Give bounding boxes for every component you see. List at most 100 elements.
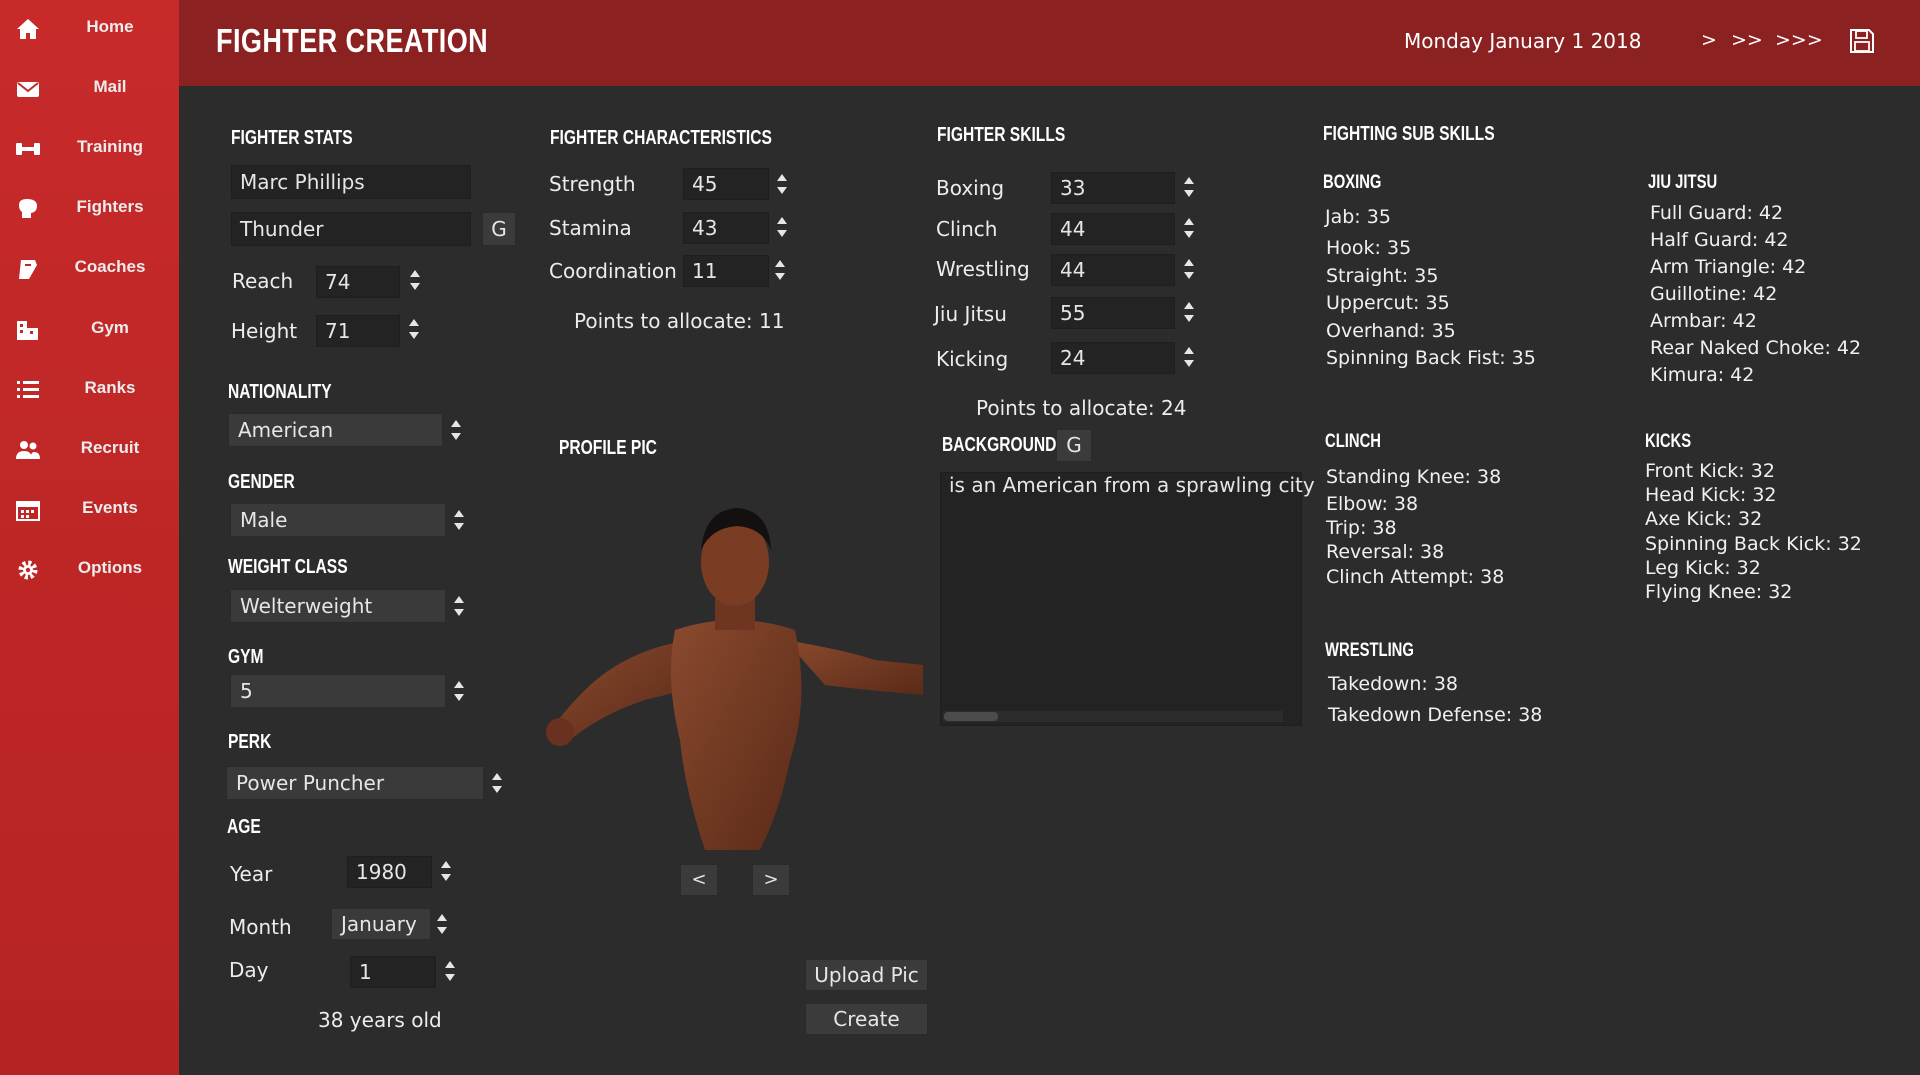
sub-skills-heading: FIGHTING SUB SKILLS [1323,123,1495,145]
upload-pic-button[interactable]: Upload Pic [805,959,928,991]
clinch-stepper[interactable] [1181,214,1197,244]
boxing-stepper[interactable] [1181,173,1197,203]
background-heading: BACKGROUND [942,434,1057,456]
gender-select[interactable]: Male [230,503,464,537]
strength-label: Strength [549,172,636,196]
jiu-jitsu-stepper[interactable] [1181,298,1197,328]
nav-fighters[interactable]: Fighters [0,184,179,234]
mail-icon [17,82,39,97]
generate-name-button[interactable]: G [482,212,516,246]
subskill-item: Kimura: 42 [1650,364,1755,386]
kicking-stepper[interactable] [1181,343,1197,373]
nav-coaches[interactable]: Coaches [0,244,179,294]
clinch-subskills-heading: CLINCH [1325,431,1381,452]
advance-week-button[interactable]: >> [1731,29,1763,51]
reach-field[interactable]: 74 [316,266,400,298]
jiu-jitsu-field[interactable]: 55 [1051,297,1175,329]
birth-year-field[interactable]: 1980 [347,856,432,888]
birth-year-stepper[interactable] [438,857,454,887]
strength-stepper[interactable] [774,170,790,200]
clipboard-icon [19,260,37,279]
gender-value: Male [240,508,288,532]
next-pic-button[interactable]: > [752,864,790,896]
characteristics-heading: FIGHTER CHARACTERISTICS [550,127,772,149]
nav-home[interactable]: Home [0,4,179,54]
nav-gym[interactable]: Gym [0,305,179,355]
nav-training[interactable]: Training [0,124,179,174]
scrollbar-thumb[interactable] [944,712,998,721]
wrestling-field[interactable]: 44 [1051,254,1175,286]
gym-heading: GYM [228,646,264,668]
stamina-field[interactable]: 43 [683,212,769,244]
birth-day-field[interactable]: 1 [350,956,436,988]
nav-recruit[interactable]: Recruit [0,425,179,475]
subskill-item: Reversal: 38 [1326,541,1445,563]
height-field[interactable]: 71 [316,315,400,347]
subskill-item: Trip: 38 [1326,517,1397,539]
horizontal-scrollbar[interactable] [943,711,1283,722]
reach-label: Reach [232,269,294,293]
coordination-field[interactable]: 11 [683,255,769,287]
age-summary: 38 years old [318,1008,442,1032]
gender-heading: GENDER [228,471,295,493]
skills-heading: FIGHTER SKILLS [937,124,1066,146]
height-stepper[interactable] [406,315,422,345]
fighter-name-field[interactable]: Marc Phillips [231,165,471,199]
dropdown-arrows-icon [451,506,467,536]
subskill-item: Head Kick: 32 [1645,484,1777,506]
kicking-field[interactable]: 24 [1051,342,1175,374]
nav-label: Options [77,558,143,577]
dropdown-arrows-icon [489,769,505,799]
fighter-nickname-field[interactable]: Thunder [231,212,471,246]
advance-month-button[interactable]: >>> [1775,29,1823,51]
weight-class-select[interactable]: Welterweight [230,589,464,623]
boxing-field[interactable]: 33 [1051,172,1175,204]
strength-field[interactable]: 45 [683,168,769,200]
month-label: Month [229,915,292,939]
subskill-item: Half Guard: 42 [1650,229,1789,251]
wrestling-stepper[interactable] [1181,255,1197,285]
nationality-select[interactable]: American [228,413,461,447]
perk-select[interactable]: Power Puncher [226,766,502,800]
jiu-jitsu-label: Jiu Jitsu [934,302,1007,326]
nav-label: Gym [91,318,129,337]
nav-label: Mail [93,77,127,96]
day-label: Day [229,958,269,982]
nav-events[interactable]: Events [0,485,179,535]
nav-ranks[interactable]: Ranks [0,365,179,415]
height-label: Height [231,319,298,343]
home-icon [17,19,39,39]
subskill-item: Takedown: 38 [1328,673,1459,695]
birth-month-select[interactable]: January [331,908,447,940]
boxing-subskills-heading: BOXING [1323,172,1382,193]
perk-heading: PERK [228,731,272,753]
skills-points: Points to allocate: 24 [976,396,1187,420]
gym-select[interactable]: 5 [230,674,464,708]
weight-class-heading: WEIGHT CLASS [228,556,348,578]
subskill-item: Full Guard: 42 [1650,202,1784,224]
profile-pic-heading: PROFILE PIC [559,437,657,459]
nav-options[interactable]: Options [0,545,179,595]
coordination-stepper[interactable] [772,256,788,286]
nav-label: Training [76,137,144,156]
nationality-heading: NATIONALITY [228,381,332,403]
save-icon[interactable] [1849,28,1875,54]
subskill-item: Leg Kick: 32 [1645,557,1761,579]
nav-mail[interactable]: Mail [0,64,179,114]
subskill-item: Takedown Defense: 38 [1328,704,1543,726]
clinch-field[interactable]: 44 [1051,213,1175,245]
background-text-area[interactable]: is an American from a sprawling city [940,472,1315,726]
fighter-portrait [546,508,923,850]
create-button[interactable]: Create [805,1003,928,1035]
generate-background-button[interactable]: G [1056,429,1092,462]
reach-stepper[interactable] [407,266,423,296]
stamina-stepper[interactable] [774,213,790,243]
weight-class-value: Welterweight [240,594,373,618]
birth-day-stepper[interactable] [442,957,458,987]
dropdown-arrows-icon [451,677,467,707]
advance-day-button[interactable]: > [1701,29,1717,51]
subskill-item: Clinch Attempt: 38 [1326,566,1505,588]
sidebar: Home Mail Training Fighters Coaches Gym … [0,0,179,1075]
subskill-item: Elbow: 38 [1326,493,1419,515]
previous-pic-button[interactable]: < [680,864,718,896]
